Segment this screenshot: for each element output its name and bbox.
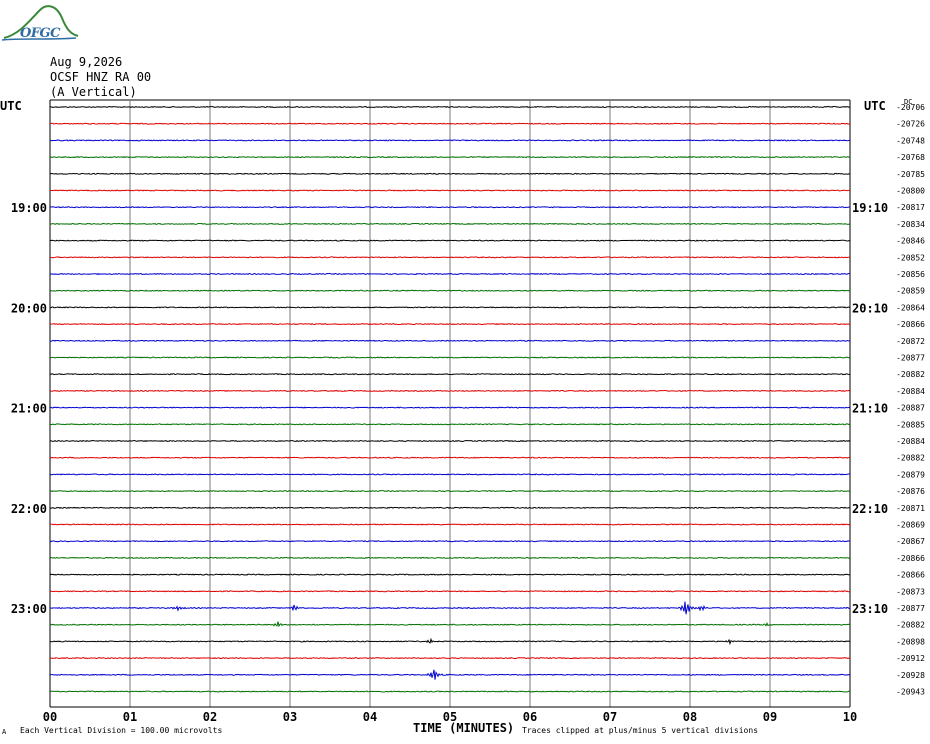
right-hour-label: 22:10 <box>852 502 888 516</box>
x-tick-04: 04 <box>363 710 377 724</box>
dc-offset-22: -20879 <box>896 470 925 479</box>
trace-18 <box>49 406 851 409</box>
trace-21 <box>49 456 851 459</box>
left-hour-label: 23:00 <box>11 602 47 616</box>
dc-offset-25: -20869 <box>896 521 925 530</box>
dc-offset-7: -20834 <box>896 220 925 229</box>
dc-offset-17: -20884 <box>896 387 925 396</box>
x-tick-09: 09 <box>763 710 777 724</box>
x-tick-02: 02 <box>203 710 217 724</box>
station-code: OCSF HNZ RA 00 <box>50 70 152 84</box>
dc-offset-32: -20898 <box>896 637 925 646</box>
trace-12 <box>49 306 851 309</box>
dc-offset-12: -20864 <box>896 303 925 312</box>
dc-offset-27: -20866 <box>896 554 925 563</box>
trace-29 <box>49 590 851 593</box>
left-hour-label: 20:00 <box>11 301 47 315</box>
dc-offset-26: -20867 <box>896 537 925 546</box>
trace-5 <box>49 189 851 192</box>
x-axis-title: TIME (MINUTES) <box>413 721 515 735</box>
dc-offset-3: -20768 <box>896 153 925 162</box>
right-utc-label: UTC <box>864 99 886 113</box>
x-tick-07: 07 <box>603 710 617 724</box>
dc-offset-21: -20882 <box>896 454 925 463</box>
dc-offset-18: -20887 <box>896 404 925 413</box>
dc-offset-5: -20800 <box>896 187 925 196</box>
trace-25 <box>49 523 851 526</box>
left-utc-label: UTC <box>0 99 22 113</box>
dc-offset-24: -20871 <box>896 504 925 513</box>
dc-offset-4: -20785 <box>896 170 925 179</box>
right-hour-label: 23:10 <box>852 602 888 616</box>
dc-offset-labels: -20706-20726-20748-20768-20785-20800-208… <box>896 103 925 697</box>
dc-offset-10: -20856 <box>896 270 925 279</box>
dc-offset-29: -20873 <box>896 587 925 596</box>
dc-offset-8: -20846 <box>896 237 925 246</box>
dc-offset-13: -20866 <box>896 320 925 329</box>
left-hour-labels: 19:00 20:00 21:00 22:00 23:00 <box>11 201 47 616</box>
dc-offset-31: -20882 <box>896 621 925 630</box>
x-tick-10: 10 <box>843 710 857 724</box>
plot-date: Aug 9,2026 <box>50 55 123 69</box>
corner-mark: A <box>2 728 7 736</box>
dc-offset-1: -20726 <box>896 120 925 129</box>
x-tick-03: 03 <box>283 710 297 724</box>
logo-text: OFGC <box>20 26 61 41</box>
right-hour-label: 20:10 <box>852 301 888 315</box>
dc-offset-9: -20852 <box>896 253 925 262</box>
dc-offset-11: -20859 <box>896 287 925 296</box>
trace-26 <box>49 540 851 543</box>
x-tick-01: 01 <box>123 710 137 724</box>
dc-offset-20: -20884 <box>896 437 925 446</box>
x-tick-00: 00 <box>43 710 57 724</box>
dc-offset-2: -20748 <box>896 136 925 145</box>
x-tick-08: 08 <box>683 710 697 724</box>
trace-17 <box>49 389 851 392</box>
dc-offset-33: -20912 <box>896 654 925 663</box>
dc-offset-6: -20817 <box>896 203 925 212</box>
left-hour-label: 19:00 <box>11 201 47 215</box>
dc-offset-35: -20943 <box>896 688 925 697</box>
dc-offset-15: -20877 <box>896 354 925 363</box>
trace-13 <box>49 323 851 326</box>
dc-offset-16: -20882 <box>896 370 925 379</box>
right-hour-labels: 19:10 20:10 21:10 22:10 23:10 <box>852 201 888 616</box>
dc-offset-23: -20876 <box>896 487 925 496</box>
trace-15 <box>49 356 851 359</box>
trace-10 <box>49 272 851 276</box>
right-hour-label: 21:10 <box>852 402 888 416</box>
trace-35 <box>49 690 851 693</box>
right-hour-label: 19:10 <box>852 201 888 215</box>
dc-offset-28: -20866 <box>896 571 925 580</box>
dc-header-label: DC <box>904 98 913 106</box>
x-tick-06: 06 <box>523 710 537 724</box>
dc-offset-14: -20872 <box>896 337 925 346</box>
trace-3 <box>49 156 851 159</box>
dc-offset-30: -20877 <box>896 604 925 613</box>
dc-offset-34: -20928 <box>896 671 925 680</box>
trace-14 <box>49 339 851 342</box>
ofgc-logo: OFGC <box>0 0 80 46</box>
clip-note: Traces clipped at plus/minus 5 vertical … <box>522 726 759 735</box>
component-label: (A Vertical) <box>50 85 137 99</box>
left-hour-label: 21:00 <box>11 402 47 416</box>
left-hour-label: 22:00 <box>11 502 47 516</box>
dc-offset-19: -20885 <box>896 420 925 429</box>
scale-note: Each Vertical Division = 100.00 microvol… <box>20 726 223 735</box>
seismogram: 00 01 02 03 04 05 06 07 08 09 10 19:0020:0021:0022… <box>11 99 925 724</box>
